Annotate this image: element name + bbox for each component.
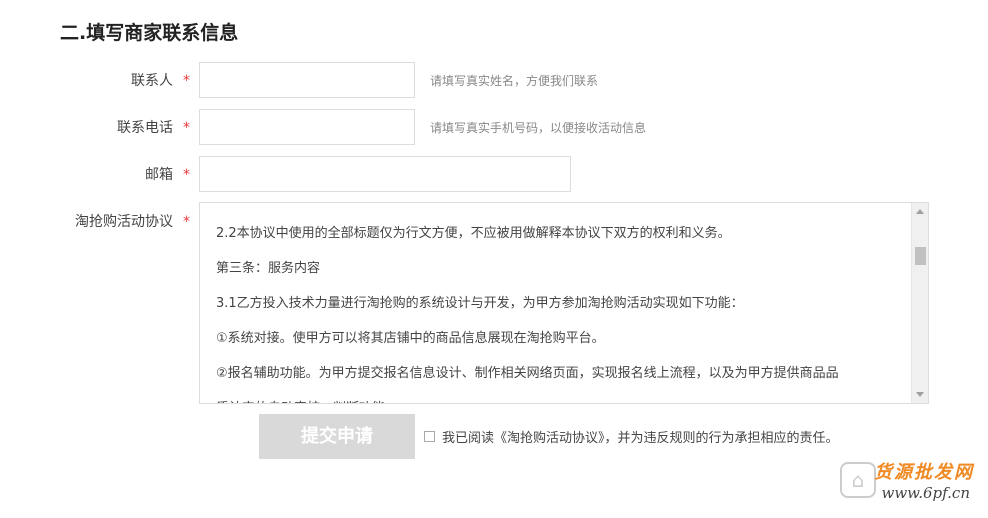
scroll-thumb[interactable] bbox=[915, 247, 926, 265]
phone-label-row: 联系电话 * bbox=[18, 117, 190, 137]
contact-input[interactable] bbox=[200, 63, 414, 97]
phone-field[interactable] bbox=[199, 109, 415, 145]
agreement-scrollbar[interactable] bbox=[911, 203, 928, 403]
agreement-paragraph: 质认定的自动审核、判断功能。 bbox=[216, 391, 906, 403]
required-marker: * bbox=[183, 73, 190, 89]
agreement-label: 淘抢购活动协议 bbox=[75, 214, 173, 230]
email-label-row: 邮箱 * bbox=[18, 164, 190, 184]
section-title: 二.填写商家联系信息 bbox=[60, 22, 239, 44]
required-marker: * bbox=[183, 120, 190, 136]
agreement-textarea[interactable]: 2.2本协议中使用的全部标题仅为行文方便，不应被用做解释本协议下双方的权利和义务… bbox=[199, 202, 929, 404]
required-marker: * bbox=[183, 214, 190, 230]
contact-label: 联系人 bbox=[131, 73, 173, 89]
agreement-paragraph: 第三条：服务内容 bbox=[216, 261, 321, 276]
required-marker: * bbox=[183, 167, 190, 183]
watermark: ⌂ 货源批发网 www.6pf.cn bbox=[838, 458, 978, 510]
consent-text: 我已阅读《淘抢购活动协议》，并为违反规则的行为承担相应的责任。 bbox=[442, 431, 839, 446]
scroll-up-arrow-icon[interactable] bbox=[916, 209, 924, 214]
agreement-paragraph: ①系统对接。使甲方可以将其店铺中的商品信息展现在淘抢购平台。 bbox=[216, 331, 605, 346]
email-input[interactable] bbox=[200, 157, 570, 191]
agreement-paragraph: 3.1乙方投入技术力量进行淘抢购的系统设计与开发，为甲方参加淘抢购活动实现如下功… bbox=[216, 296, 744, 311]
submit-button[interactable]: 提交申请 bbox=[259, 414, 415, 459]
watermark-url: www.6pf.cn bbox=[881, 484, 971, 502]
email-label: 邮箱 bbox=[145, 167, 173, 183]
consent-checkbox[interactable] bbox=[424, 431, 435, 442]
agreement-paragraph: ②报名辅助功能。为甲方提交报名信息设计、制作相关网络页面，实现报名线上流程，以及… bbox=[216, 366, 839, 381]
phone-hint: 请填写真实手机号码，以便接收活动信息 bbox=[430, 121, 647, 135]
phone-input[interactable] bbox=[200, 110, 414, 144]
contact-hint: 请填写真实姓名，方便我们联系 bbox=[430, 74, 599, 88]
agreement-label-row: 淘抢购活动协议 * bbox=[18, 211, 190, 231]
email-field[interactable] bbox=[199, 156, 571, 192]
agreement-paragraph: 2.2本协议中使用的全部标题仅为行文方便，不应被用做解释本协议下双方的权利和义务… bbox=[216, 226, 731, 241]
agreement-content: 2.2本协议中使用的全部标题仅为行文方便，不应被用做解释本协议下双方的权利和义务… bbox=[216, 203, 906, 403]
watermark-logo-icon: ⌂ bbox=[840, 462, 876, 498]
consent-row[interactable]: 我已阅读《淘抢购活动协议》，并为违反规则的行为承担相应的责任。 bbox=[424, 427, 839, 446]
contact-field[interactable] bbox=[199, 62, 415, 98]
contact-label-row: 联系人 * bbox=[18, 70, 190, 90]
phone-label: 联系电话 bbox=[117, 120, 173, 136]
watermark-brand: 货源批发网 bbox=[874, 462, 974, 483]
scroll-down-arrow-icon[interactable] bbox=[916, 392, 924, 397]
